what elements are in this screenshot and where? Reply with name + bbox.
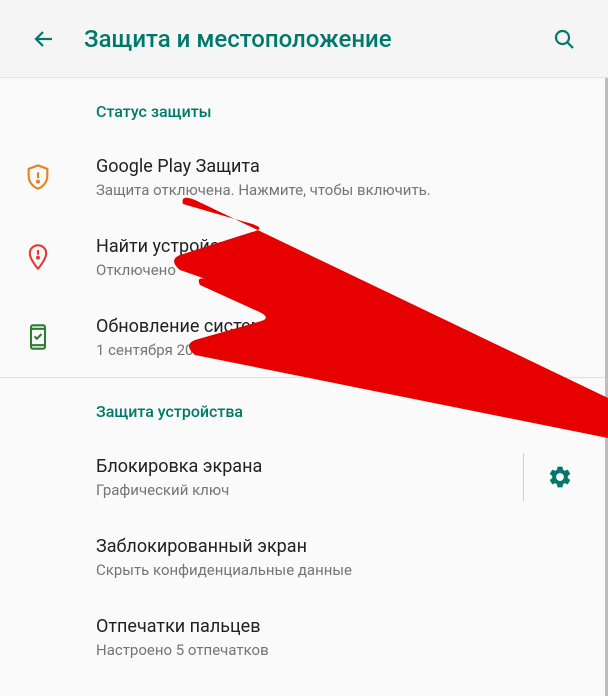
shield-alert-icon xyxy=(24,163,96,191)
back-button[interactable] xyxy=(20,15,68,63)
item-subtitle: 1 сентября 2019 г. xyxy=(96,341,584,359)
item-subtitle: Отключено xyxy=(96,261,584,279)
section-header-device: Защита устройства xyxy=(0,378,608,437)
item-title: Блокировка экрана xyxy=(96,456,499,477)
back-arrow-icon xyxy=(32,27,56,51)
item-screen-lock[interactable]: Блокировка экрана Графический ключ xyxy=(0,437,523,517)
item-google-play-protect[interactable]: Google Play Защита Защита отключена. Наж… xyxy=(0,137,608,217)
page-title: Защита и местоположение xyxy=(84,25,540,53)
item-screen-lock-row: Блокировка экрана Графический ключ xyxy=(0,437,608,517)
item-title: Отпечатки пальцев xyxy=(96,616,584,637)
app-header: Защита и местоположение xyxy=(0,0,608,78)
item-title: Заблокированный экран xyxy=(96,536,584,557)
item-title: Google Play Защита xyxy=(96,156,584,177)
screen-lock-settings-button[interactable] xyxy=(536,453,584,501)
item-subtitle: Скрыть конфиденциальные данные xyxy=(96,561,584,579)
section-header-status: Статус защиты xyxy=(0,78,608,137)
gear-icon xyxy=(547,464,573,490)
item-title: Найти устройство xyxy=(96,236,584,257)
vertical-divider xyxy=(523,453,524,501)
item-security-update[interactable]: Обновление системы безопасности 1 сентяб… xyxy=(0,297,608,377)
item-fingerprints[interactable]: Отпечатки пальцев Настроено 5 отпечатков xyxy=(0,597,608,677)
location-alert-icon xyxy=(24,243,96,271)
item-subtitle: Графический ключ xyxy=(96,481,499,499)
search-icon xyxy=(552,27,576,51)
item-find-device[interactable]: Найти устройство Отключено xyxy=(0,217,608,297)
phone-check-icon xyxy=(24,323,96,351)
item-subtitle: Настроено 5 отпечатков xyxy=(96,641,584,659)
content-area: Статус защиты Google Play Защита Защита … xyxy=(0,78,608,677)
item-subtitle: Защита отключена. Нажмите, чтобы включит… xyxy=(96,181,584,199)
item-locked-screen[interactable]: Заблокированный экран Скрыть конфиденциа… xyxy=(0,517,608,597)
search-button[interactable] xyxy=(540,15,588,63)
item-title: Обновление системы безопасности xyxy=(96,316,584,337)
